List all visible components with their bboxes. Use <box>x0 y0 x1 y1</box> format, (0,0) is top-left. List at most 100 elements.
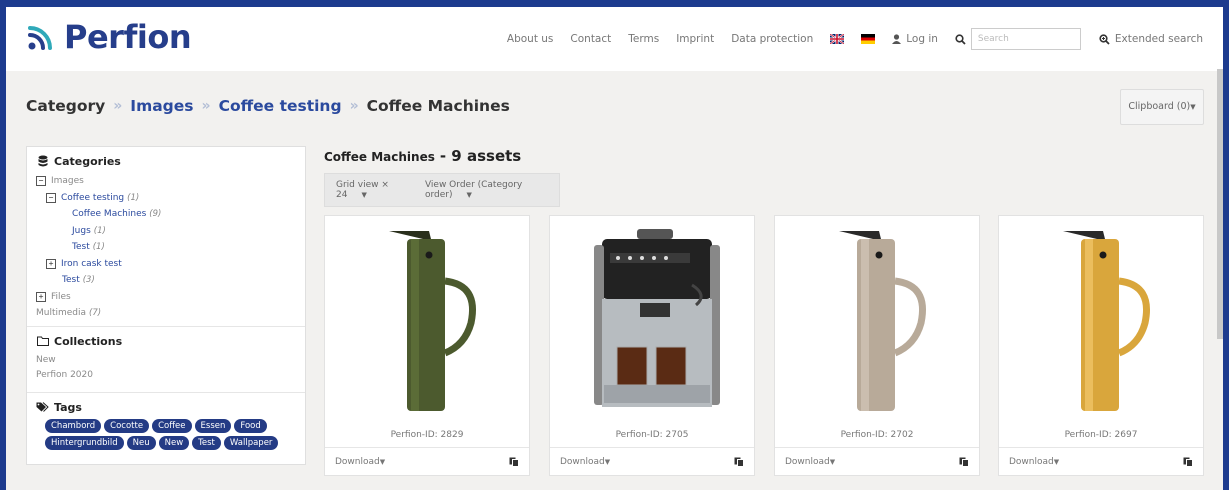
expand-icon[interactable]: + <box>36 291 46 302</box>
scrollbar[interactable] <box>1217 69 1223 339</box>
breadcrumb-coffee-testing[interactable]: Coffee testing <box>219 97 342 115</box>
download-label: Download <box>335 456 380 467</box>
tags-heading: Tags <box>36 399 296 415</box>
download-dropdown[interactable]: Download▼ <box>785 457 835 467</box>
asset-thumbnail[interactable] <box>325 224 529 418</box>
top-nav: About us Contact Terms Imprint Data prot… <box>490 27 1203 51</box>
asset-card[interactable]: Perfion-ID: 2829 Download▼ <box>324 215 530 476</box>
login-link[interactable]: Log in <box>892 33 938 45</box>
collections-section: Collections New Perfion 2020 <box>27 327 305 393</box>
extended-search-label: Extended search <box>1114 33 1203 45</box>
grid-view-dropdown[interactable]: Grid view × 24 ▼ <box>336 180 411 200</box>
tag-essen[interactable]: Essen <box>194 419 232 433</box>
tree-item-coffee-machines[interactable]: Coffee Machines (9) <box>36 206 296 223</box>
collections-title: Collections <box>54 334 123 348</box>
taupe-carafe-image <box>839 231 926 411</box>
extended-search-link[interactable]: Extended search <box>1099 33 1203 45</box>
collapse-icon[interactable]: − <box>46 192 56 203</box>
de-flag-icon[interactable] <box>861 34 876 44</box>
tree-item-multimedia[interactable]: Multimedia (7) <box>36 305 296 322</box>
tree-item-jugs[interactable]: Jugs (1) <box>36 223 296 240</box>
asset-card[interactable]: Perfion-ID: 2702 Download▼ <box>774 215 980 476</box>
asset-thumbnail[interactable] <box>550 224 754 418</box>
nav-terms[interactable]: Terms <box>628 33 659 45</box>
perfion-id: Perfion-ID: 2705 <box>615 430 689 440</box>
nav-about-us[interactable]: About us <box>507 33 554 45</box>
perfion-id: Perfion-ID: 2829 <box>390 430 464 440</box>
content-title-name: Coffee Machines <box>324 150 435 164</box>
nav-contact[interactable]: Contact <box>570 33 611 45</box>
download-dropdown[interactable]: Download▼ <box>335 457 385 467</box>
tree-item-coffee-testing[interactable]: − Coffee testing (1) <box>36 190 296 207</box>
tree-item-count: (1) <box>92 242 105 253</box>
caret-down-icon: ▼ <box>1190 103 1196 111</box>
asset-card[interactable]: Perfion-ID: 2697 Download▼ <box>998 215 1204 476</box>
tags-icon <box>36 402 49 412</box>
download-dropdown[interactable]: Download▼ <box>1009 457 1059 467</box>
collection-item[interactable]: New <box>36 353 296 368</box>
tag-test[interactable]: Test <box>192 436 221 450</box>
search-icon[interactable] <box>955 33 966 45</box>
asset-thumbnail[interactable] <box>999 224 1203 418</box>
tag-wallpaper[interactable]: Wallpaper <box>223 436 279 450</box>
content-title: Coffee Machines - 9 assets <box>324 147 521 165</box>
download-label: Download <box>785 456 830 467</box>
view-toolbar: Grid view × 24 ▼ View Order (Category ord… <box>324 173 560 207</box>
perfion-id: Perfion-ID: 2702 <box>840 430 914 440</box>
view-order-dropdown[interactable]: View Order (Category order) ▼ <box>425 180 545 200</box>
tags-title: Tags <box>54 400 82 414</box>
asset-count: - 9 assets <box>439 147 522 165</box>
tag-hintergrundbild[interactable]: Hintergrundbild <box>45 436 124 450</box>
download-dropdown[interactable]: Download▼ <box>560 457 610 467</box>
tree-item-label: Coffee testing <box>61 192 125 203</box>
clipboard-button[interactable]: Clipboard (0)▼ <box>1120 89 1204 125</box>
collection-item[interactable]: Perfion 2020 <box>36 368 296 383</box>
collapse-icon[interactable]: − <box>36 176 46 187</box>
breadcrumb-separator: » <box>201 98 211 114</box>
tag-new[interactable]: New <box>158 436 190 450</box>
breadcrumb-images[interactable]: Images <box>130 97 193 115</box>
download-label: Download <box>560 456 605 467</box>
tree-item-test-2[interactable]: Test (3) <box>36 272 296 289</box>
clipboard-copy-icon[interactable] <box>1183 456 1193 467</box>
asset-card[interactable]: Perfion-ID: 2705 Download▼ <box>549 215 755 476</box>
coffee-machine-image <box>594 229 720 407</box>
tag-neu[interactable]: Neu <box>126 436 156 450</box>
search-input[interactable]: Search <box>970 28 1081 50</box>
expand-icon[interactable]: + <box>46 258 56 269</box>
tag-food[interactable]: Food <box>234 419 267 433</box>
caret-down-icon: ▼ <box>379 457 386 466</box>
tree-item-label: Images <box>51 176 84 187</box>
caret-down-icon: ▼ <box>829 457 836 466</box>
tree-item-label: Files <box>51 291 71 302</box>
database-icon <box>36 155 49 167</box>
zoom-search-icon <box>1099 33 1110 45</box>
tag-coffee[interactable]: Coffee <box>152 419 192 433</box>
tree-item-label: Multimedia <box>36 308 87 319</box>
uk-flag-icon[interactable] <box>830 34 845 44</box>
tree-item-test[interactable]: Test (1) <box>36 239 296 256</box>
nav-imprint[interactable]: Imprint <box>676 33 714 45</box>
tree-item-count: (7) <box>89 308 102 319</box>
nav-data-protection[interactable]: Data protection <box>731 33 813 45</box>
tree-item-images[interactable]: − Images <box>36 173 296 190</box>
card-footer: Download▼ <box>775 447 979 475</box>
tree-item-files[interactable]: + Files <box>36 289 296 306</box>
clipboard-copy-icon[interactable] <box>734 456 744 467</box>
download-label: Download <box>1009 456 1054 467</box>
user-icon <box>892 34 902 44</box>
tree-item-count: (9) <box>149 209 162 220</box>
tag-chambord[interactable]: Chambord <box>45 419 102 433</box>
logo[interactable]: Perfion <box>26 21 192 53</box>
clipboard-copy-icon[interactable] <box>509 456 519 467</box>
clipboard-copy-icon[interactable] <box>959 456 969 467</box>
tree-item-iron-cask-test[interactable]: + Iron cask test <box>36 256 296 273</box>
tag-cocotte[interactable]: Cocotte <box>104 419 150 433</box>
card-footer: Download▼ <box>550 447 754 475</box>
clipboard-label: Clipboard (0) <box>1128 101 1191 112</box>
breadcrumb: Category » Images » Coffee testing » Cof… <box>26 97 510 115</box>
folder-icon <box>36 336 49 346</box>
breadcrumb-separator: » <box>113 98 123 114</box>
gold-carafe-image <box>1063 231 1150 411</box>
asset-thumbnail[interactable] <box>775 224 979 418</box>
